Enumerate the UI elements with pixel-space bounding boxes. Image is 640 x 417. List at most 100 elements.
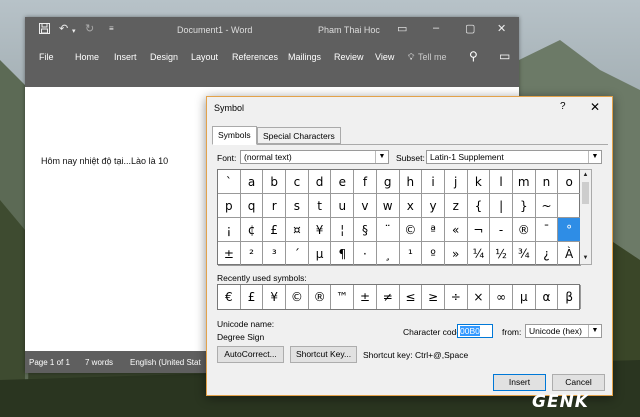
tab-symbols[interactable]: Symbols xyxy=(212,126,257,145)
tab-insert[interactable]: Insert xyxy=(114,52,137,62)
recent-symbol-cell[interactable]: ≥ xyxy=(422,285,445,309)
symbol-cell[interactable]: ¢ xyxy=(240,218,264,242)
scroll-thumb[interactable] xyxy=(582,182,589,204)
symbol-cell[interactable]: s xyxy=(286,194,309,218)
symbol-cell[interactable]: ¹ xyxy=(399,242,423,266)
symbol-cell[interactable]: a xyxy=(240,170,264,194)
symbol-cell[interactable]: ¦ xyxy=(331,218,355,242)
symbol-cell[interactable]: ® xyxy=(512,218,536,242)
symbol-grid-scrollbar[interactable]: ▲ ▼ xyxy=(580,169,592,265)
recent-symbol-cell[interactable]: µ xyxy=(513,285,536,309)
symbol-cell[interactable]: p xyxy=(218,194,241,218)
page-count[interactable]: Page 1 of 1 xyxy=(29,358,70,367)
recent-symbol-cell[interactable]: ∞ xyxy=(490,285,513,309)
recent-symbol-cell[interactable]: β xyxy=(558,285,581,309)
symbol-cell[interactable]: g xyxy=(376,170,400,194)
autocorrect-button[interactable]: AutoCorrect... xyxy=(217,346,284,363)
symbol-cell[interactable]: » xyxy=(444,242,468,266)
symbol-cell[interactable]: j xyxy=(444,170,468,194)
symbol-cell[interactable]: À xyxy=(558,242,581,266)
help-button[interactable]: ? xyxy=(560,101,566,112)
recent-symbol-cell[interactable]: ≠ xyxy=(377,285,400,309)
tab-review[interactable]: Review xyxy=(334,52,364,62)
symbol-cell[interactable]: l xyxy=(490,170,513,194)
shortcut-key-button[interactable]: Shortcut Key... xyxy=(290,346,357,363)
symbol-cell[interactable]: v xyxy=(354,194,377,218)
symbol-cell[interactable]: d xyxy=(308,170,332,194)
symbol-cell[interactable]: | xyxy=(490,194,513,218)
recent-symbol-cell[interactable]: € xyxy=(218,285,241,309)
symbol-cell[interactable]: { xyxy=(467,194,491,218)
symbol-cell[interactable]: k xyxy=(467,170,491,194)
word-count[interactable]: 7 words xyxy=(85,358,113,367)
symbol-cell[interactable]: « xyxy=(444,218,468,242)
symbol-cell[interactable]: ¾ xyxy=(512,242,536,266)
symbol-cell[interactable]: t xyxy=(308,194,332,218)
symbol-cell[interactable]: ` xyxy=(218,170,241,194)
symbol-cell[interactable]: c xyxy=(286,170,309,194)
tell-me-box[interactable]: Tell me xyxy=(418,52,447,62)
symbol-cell[interactable]: ½ xyxy=(490,242,513,266)
symbol-cell[interactable]: ´ xyxy=(286,242,309,266)
symbol-cell[interactable]: - xyxy=(490,218,513,242)
recent-symbol-cell[interactable]: ¥ xyxy=(263,285,287,309)
symbol-cell[interactable] xyxy=(558,194,581,218)
recent-symbol-cell[interactable]: £ xyxy=(241,285,264,309)
scroll-up-icon[interactable]: ▲ xyxy=(580,170,591,181)
ribbon-display-options-icon[interactable]: ▭ xyxy=(397,22,407,35)
from-select[interactable]: Unicode (hex) ▼ xyxy=(525,324,602,338)
tab-view[interactable]: View xyxy=(375,52,394,62)
tab-file[interactable]: File xyxy=(39,52,54,62)
symbol-cell[interactable]: e xyxy=(331,170,355,194)
customize-toolbar-icon[interactable]: ≡ xyxy=(109,23,114,35)
tab-layout[interactable]: Layout xyxy=(191,52,218,62)
undo-dropdown-icon[interactable]: ▾ xyxy=(72,26,76,38)
cancel-button[interactable]: Cancel xyxy=(552,374,605,391)
symbol-cell[interactable]: ¸ xyxy=(376,242,400,266)
symbol-cell[interactable]: i xyxy=(422,170,445,194)
symbol-cell[interactable]: ¥ xyxy=(308,218,332,242)
symbol-cell[interactable]: f xyxy=(354,170,377,194)
symbol-cell[interactable]: h xyxy=(399,170,423,194)
close-icon[interactable]: ✕ xyxy=(497,22,506,35)
subset-select[interactable]: Latin-1 Supplement ▼ xyxy=(426,150,602,164)
symbol-cell[interactable]: y xyxy=(422,194,445,218)
symbol-cell[interactable]: ³ xyxy=(263,242,287,266)
recent-symbol-cell[interactable]: × xyxy=(468,285,491,309)
recent-symbol-cell[interactable]: ™ xyxy=(331,285,355,309)
symbol-cell[interactable]: ¶ xyxy=(331,242,355,266)
minimize-icon[interactable]: – xyxy=(433,22,439,34)
symbol-cell[interactable]: ¼ xyxy=(467,242,491,266)
symbol-cell[interactable]: z xyxy=(444,194,468,218)
symbol-cell[interactable]: ¤ xyxy=(286,218,309,242)
font-select[interactable]: (normal text) ▼ xyxy=(240,150,389,164)
symbol-cell[interactable]: ¡ xyxy=(218,218,241,242)
recent-symbol-cell[interactable]: ≤ xyxy=(400,285,423,309)
symbol-cell[interactable]: r xyxy=(263,194,287,218)
tab-special-characters[interactable]: Special Characters xyxy=(257,127,341,144)
symbol-cell[interactable]: § xyxy=(354,218,377,242)
symbol-cell[interactable]: ° xyxy=(558,218,581,242)
symbol-cell[interactable]: · xyxy=(354,242,377,266)
symbol-cell[interactable]: £ xyxy=(263,218,287,242)
scroll-down-icon[interactable]: ▼ xyxy=(580,253,591,264)
dialog-close-icon[interactable]: ✕ xyxy=(590,100,600,114)
symbol-cell[interactable]: m xyxy=(512,170,536,194)
symbol-cell[interactable]: ¯ xyxy=(535,218,559,242)
symbol-cell[interactable]: ª xyxy=(422,218,445,242)
symbol-cell[interactable]: } xyxy=(512,194,536,218)
undo-icon[interactable]: ↶ xyxy=(59,23,68,35)
symbol-cell[interactable]: n xyxy=(535,170,559,194)
symbol-cell[interactable]: ¨ xyxy=(376,218,400,242)
tab-design[interactable]: Design xyxy=(150,52,178,62)
recent-symbol-cell[interactable]: α xyxy=(536,285,559,309)
tab-references[interactable]: References xyxy=(232,52,278,62)
symbol-cell[interactable]: ~ xyxy=(535,194,559,218)
symbol-cell[interactable]: ¬ xyxy=(467,218,491,242)
symbol-cell[interactable]: ² xyxy=(240,242,264,266)
symbol-cell[interactable]: ¿ xyxy=(535,242,559,266)
character-code-input[interactable]: 00B0 xyxy=(457,324,493,338)
symbol-cell[interactable]: x xyxy=(399,194,423,218)
maximize-icon[interactable]: ▢ xyxy=(465,22,475,35)
comments-icon[interactable]: ▭ xyxy=(499,49,510,63)
